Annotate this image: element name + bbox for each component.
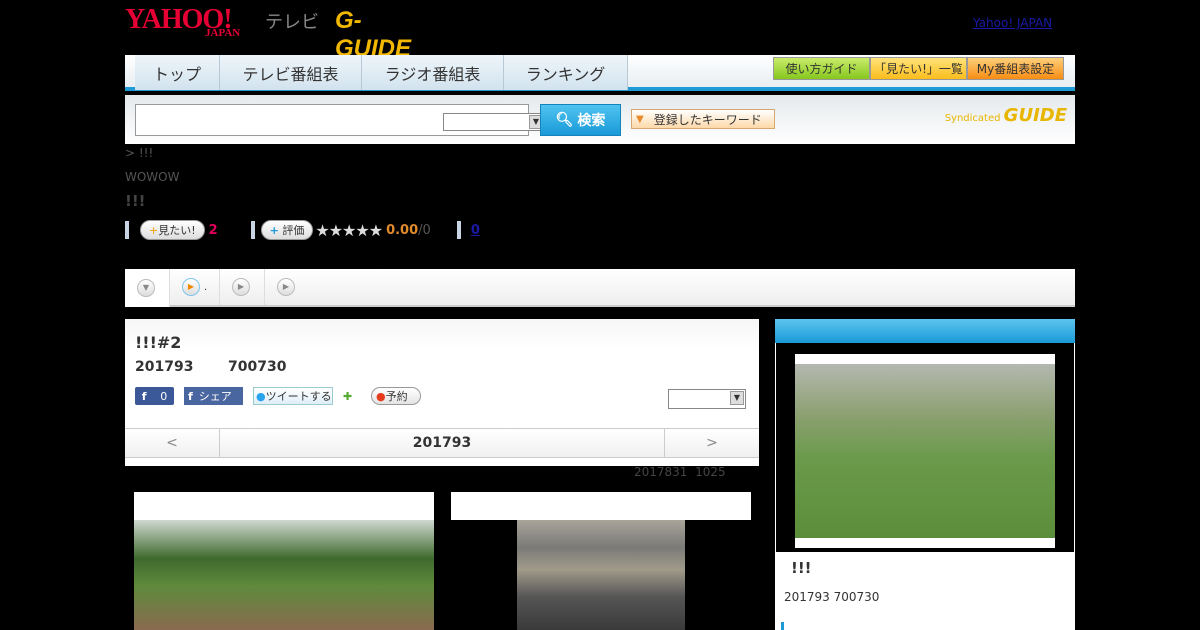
nav-tab-tv-listings[interactable]: テレビ番組表: [220, 55, 362, 90]
yahoo-japan-link[interactable]: Yahoo! JAPAN: [973, 16, 1052, 30]
search-bar: ▼ 🔍︎ 検索 ▼ 登録したキーワード Syndicated GUIDE: [125, 95, 1075, 144]
play-orange-icon: ▶: [182, 278, 200, 296]
next-date-button[interactable]: >: [664, 429, 759, 457]
add-calendar-icon[interactable]: ✚: [343, 387, 359, 405]
my-listings-settings-button[interactable]: My番組表設定: [967, 57, 1064, 80]
nav-tab-radio-listings[interactable]: ラジオ番組表: [362, 55, 504, 90]
related-card[interactable]: [451, 492, 751, 630]
star-icon[interactable]: ★: [329, 221, 343, 240]
episode-panel: !!!#2 201793 700730 f0 f シェア ● ツイートする ✚ ● 予…: [125, 319, 759, 466]
episode-time: 700730: [228, 359, 287, 375]
dropdown-arrow-icon: ▼: [636, 113, 644, 125]
play-icon: ▶: [232, 278, 250, 296]
twitter-bird-icon: ●: [256, 389, 266, 403]
record-icon: ●: [376, 389, 386, 403]
tab-3[interactable]: ▶: [220, 269, 265, 305]
main-nav: トップ テレビ番組表 ラジオ番組表 ランキング 使い方ガイド 「見たい!」一覧 …: [125, 55, 1075, 91]
sidebar-header: [775, 319, 1075, 343]
content-tabs: ▼ ▶. ▶ ▶: [125, 269, 1075, 307]
tv-logo-text: テレビ: [265, 12, 319, 33]
rating-count: /0: [418, 222, 431, 238]
star-icon[interactable]: ★: [342, 221, 356, 240]
star-icon[interactable]: ★: [315, 221, 329, 240]
star-rating: ★★★★★: [315, 221, 383, 240]
sidebar-datetime: 201793 700730: [784, 590, 880, 604]
facebook-icon: f: [141, 389, 147, 403]
search-button[interactable]: 🔍︎ 検索: [540, 104, 621, 136]
divider: [250, 221, 255, 239]
tweet-button[interactable]: ● ツイートする: [253, 387, 333, 405]
channel-name: WOWOW: [125, 170, 180, 184]
sidebar-title: !!!: [791, 559, 812, 577]
card-photo[interactable]: [517, 520, 685, 630]
program-title: !!!: [125, 192, 146, 210]
episode-title: !!!#2: [135, 333, 182, 352]
tab-1[interactable]: ▼: [125, 269, 170, 307]
related-card[interactable]: [134, 492, 434, 630]
sidebar-photo[interactable]: [795, 364, 1055, 538]
guide-button[interactable]: 使い方ガイド: [773, 57, 870, 80]
divider: [125, 221, 129, 239]
yahoo-japan-logo-text: JAPAN: [205, 27, 241, 39]
nav-tab-ranking[interactable]: ランキング: [504, 55, 628, 90]
down-circle-icon: ▼: [137, 279, 155, 297]
card-header: [451, 492, 751, 520]
date-navigation: < 201793 >: [125, 428, 759, 458]
episode-date: 201793: [135, 359, 194, 375]
want-list-button[interactable]: 「見たい!」一覧: [870, 57, 967, 80]
syndicated-gguide-logo: Syndicated GUIDE: [944, 105, 1067, 126]
registered-keywords-button[interactable]: ▼ 登録したキーワード: [631, 109, 775, 129]
search-input[interactable]: ▼: [135, 104, 545, 136]
facebook-share-button[interactable]: f シェア: [184, 387, 243, 405]
facebook-like-button[interactable]: f0: [135, 387, 174, 405]
want-count: 2: [208, 222, 218, 238]
play-icon: ▶: [277, 278, 295, 296]
nav-tab-top[interactable]: トップ: [135, 55, 220, 90]
star-icon[interactable]: ★: [369, 221, 383, 240]
divider: [781, 622, 784, 630]
updated-timestamp: 2017831 1025: [634, 465, 726, 479]
rating-row: +見たい! 2 + 評価 ★★★★★ 0.00 /0 0: [125, 220, 480, 240]
card-photo[interactable]: [134, 520, 434, 630]
review-count-link[interactable]: 0: [471, 223, 480, 238]
divider: [456, 221, 461, 239]
want-button[interactable]: +見たい!: [140, 220, 205, 240]
rate-button[interactable]: + 評価: [260, 220, 314, 240]
card-header: [134, 492, 434, 520]
breadcrumb[interactable]: > !!!: [125, 146, 153, 160]
search-category-select[interactable]: ▼: [443, 113, 545, 131]
sidebar-panel: !!! 201793 700730: [775, 319, 1075, 630]
star-icon[interactable]: ★: [355, 221, 369, 240]
tab-4[interactable]: ▶: [265, 269, 310, 305]
search-icon: 🔍︎: [555, 112, 574, 128]
gguide-logo[interactable]: G-GUIDE: [335, 7, 430, 62]
rating-value: 0.00: [386, 222, 419, 238]
chevron-down-icon: ▼: [730, 391, 744, 405]
reserve-button[interactable]: ● 予約: [371, 387, 421, 405]
tab-2[interactable]: ▶.: [170, 269, 220, 305]
prev-date-button[interactable]: <: [125, 429, 220, 457]
current-date: 201793: [412, 435, 472, 451]
episode-select[interactable]: ▼: [668, 389, 746, 409]
facebook-icon: f: [188, 389, 193, 403]
